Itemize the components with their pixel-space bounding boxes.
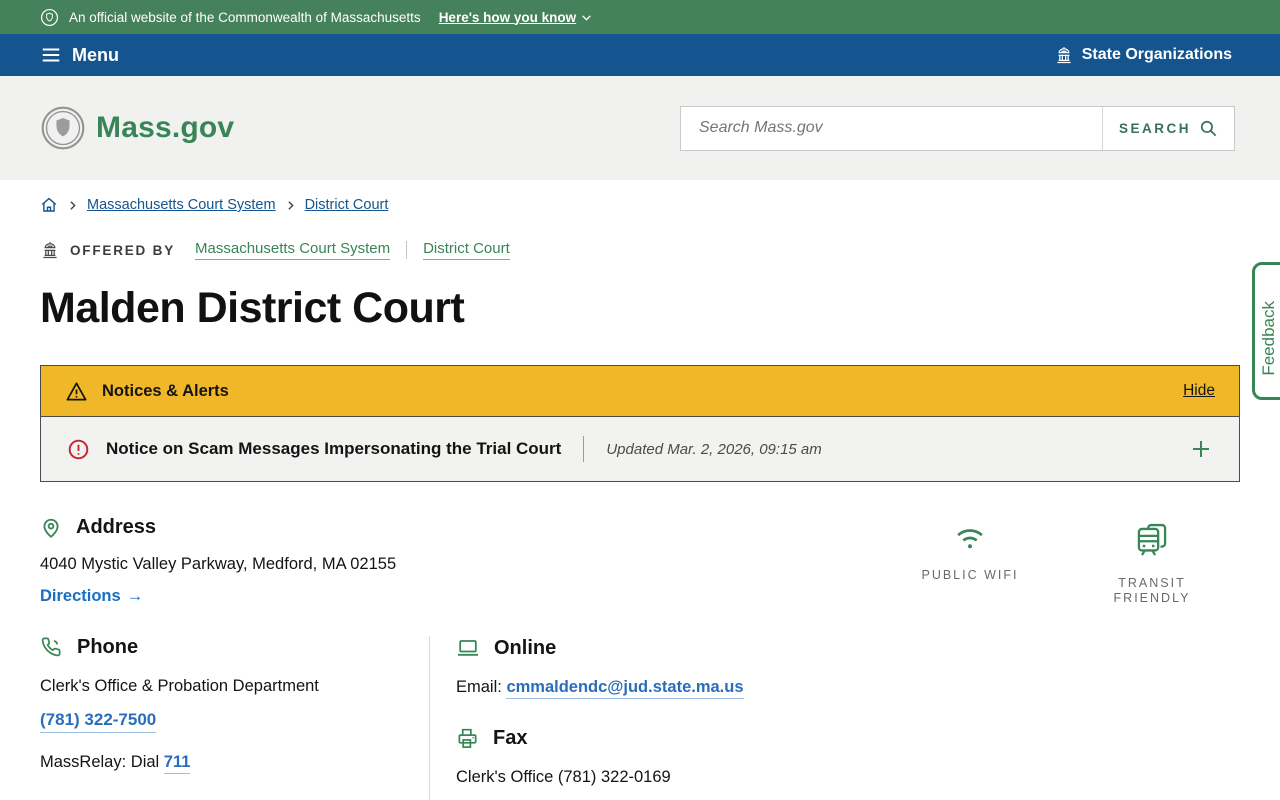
capitol-icon: [1054, 45, 1074, 65]
page: An official website of the Commonwealth …: [0, 0, 1280, 800]
site-search: SEARCH: [680, 106, 1235, 151]
amenity-label: TRANSIT FRIENDLY: [1096, 576, 1208, 606]
offered-by-label: OFFERED BY: [70, 243, 175, 258]
plus-icon: [1189, 437, 1213, 461]
home-icon[interactable]: [40, 196, 58, 214]
notices-alerts-panel: Notices & Alerts Hide Notice on Scam Mes…: [40, 365, 1240, 482]
massrelay-line: MassRelay: Dial 711: [40, 753, 399, 772]
warning-icon: [65, 380, 88, 403]
state-seal-icon: [40, 8, 59, 27]
amenity-transit-friendly: TRANSIT FRIENDLY: [1096, 522, 1208, 606]
main-content: Massachusetts Court System District Cour…: [0, 196, 1280, 800]
map-pin-icon: [40, 517, 62, 539]
expand-notice-button[interactable]: [1189, 437, 1213, 461]
divider: [583, 436, 584, 462]
address-text: 4040 Mystic Valley Parkway, Medford, MA …: [40, 555, 396, 574]
main-navbar: Menu State Organizations: [0, 34, 1280, 76]
heres-how-you-know-toggle[interactable]: Here's how you know: [439, 10, 594, 25]
online-fax-column: Online Email: cmmaldendc@jud.state.ma.us…: [430, 636, 1240, 800]
official-banner-text: An official website of the Commonwealth …: [69, 10, 421, 25]
heres-how-you-know-label: Here's how you know: [439, 10, 577, 25]
hamburger-icon: [40, 44, 62, 66]
offered-by-link-district-court[interactable]: District Court: [423, 240, 510, 260]
feedback-label: Feedback: [1259, 301, 1279, 376]
massgov-wordmark: Mass.gov: [96, 111, 234, 145]
divider: [406, 241, 407, 259]
alerts-header: Notices & Alerts Hide: [41, 366, 1239, 416]
directions-link[interactable]: Directions →: [40, 587, 143, 606]
address-heading: Address: [76, 516, 156, 539]
email-link[interactable]: cmmaldendc@jud.state.ma.us: [506, 678, 743, 699]
right-arrow-icon: →: [127, 587, 144, 606]
contact-section: Phone Clerk's Office & Probation Departm…: [40, 636, 1240, 800]
online-heading: Online: [494, 637, 556, 660]
fax-text: Clerk's Office (781) 322-0169: [456, 768, 1240, 787]
capitol-icon: [40, 240, 60, 260]
amenities: PUBLIC WIFI TRANSIT FRIENDLY: [914, 522, 1208, 606]
menu-label: Menu: [72, 45, 119, 66]
massrelay-prefix: MassRelay: Dial: [40, 753, 164, 771]
address-section: Address 4040 Mystic Valley Parkway, Medf…: [40, 516, 1240, 606]
phone-icon: [40, 636, 63, 659]
chevron-right-icon: [66, 199, 79, 212]
search-input[interactable]: [681, 107, 1102, 150]
chevron-down-icon: [580, 11, 593, 24]
transit-icon: [1132, 522, 1172, 562]
amenity-label: PUBLIC WIFI: [921, 568, 1018, 583]
state-organizations-label: State Organizations: [1082, 46, 1232, 64]
phone-office-text: Clerk's Office & Probation Department: [40, 677, 399, 696]
phone-number-link[interactable]: (781) 322-7500: [40, 710, 156, 733]
search-button-label: SEARCH: [1119, 121, 1191, 136]
breadcrumb: Massachusetts Court System District Cour…: [40, 196, 1240, 214]
phone-column: Phone Clerk's Office & Probation Departm…: [40, 636, 430, 800]
address-block: Address 4040 Mystic Valley Parkway, Medf…: [40, 516, 396, 606]
offered-by-row: OFFERED BY Massachusetts Court System Di…: [40, 240, 1240, 260]
offered-by-link-court-system[interactable]: Massachusetts Court System: [195, 240, 390, 260]
notice-updated-text: Updated Mar. 2, 2026, 09:15 am: [606, 441, 821, 458]
fax-icon: [456, 727, 479, 750]
state-organizations-button[interactable]: State Organizations: [1054, 45, 1232, 65]
email-line: Email: cmmaldendc@jud.state.ma.us: [456, 678, 1240, 697]
amenity-public-wifi: PUBLIC WIFI: [914, 522, 1026, 606]
official-banner: An official website of the Commonwealth …: [0, 0, 1280, 34]
alerts-title: Notices & Alerts: [102, 382, 229, 401]
massrelay-711-link[interactable]: 711: [164, 753, 191, 774]
massgov-logo[interactable]: Mass.gov: [40, 105, 234, 151]
wifi-icon: [951, 522, 989, 554]
feedback-tab[interactable]: Feedback: [1252, 262, 1280, 400]
fax-heading: Fax: [493, 727, 527, 750]
menu-button[interactable]: Menu: [40, 44, 119, 66]
notice-title-link[interactable]: Notice on Scam Messages Impersonating th…: [106, 439, 561, 459]
page-title: Malden District Court: [40, 284, 1240, 333]
fax-block: Fax Clerk's Office (781) 322-0169: [456, 727, 1240, 787]
search-button[interactable]: SEARCH: [1102, 107, 1234, 150]
hide-alerts-link[interactable]: Hide: [1183, 382, 1215, 400]
site-header: Mass.gov SEARCH: [0, 76, 1280, 180]
search-icon: [1199, 119, 1218, 138]
laptop-icon: [456, 636, 480, 660]
phone-heading: Phone: [77, 636, 138, 659]
email-label: Email:: [456, 678, 506, 696]
alert-circle-icon: [67, 438, 90, 461]
directions-label: Directions: [40, 587, 121, 606]
chevron-right-icon: [284, 199, 297, 212]
massgov-seal-icon: [40, 105, 86, 151]
breadcrumb-link-court-system[interactable]: Massachusetts Court System: [87, 197, 276, 213]
alert-notice-row: Notice on Scam Messages Impersonating th…: [41, 416, 1239, 481]
breadcrumb-link-district-court[interactable]: District Court: [305, 197, 389, 213]
